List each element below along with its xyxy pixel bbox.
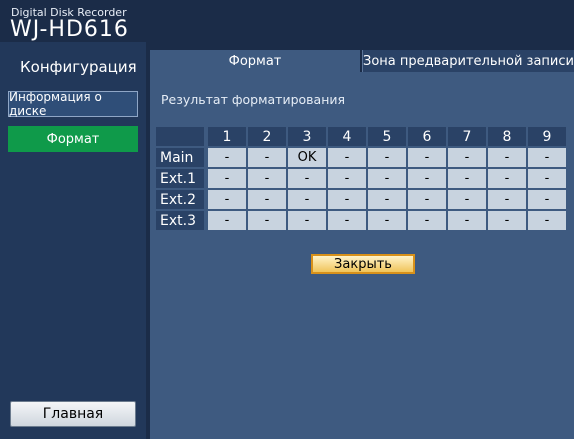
table-cell: -	[528, 211, 566, 230]
table-cell: OK	[288, 148, 326, 167]
tab-format[interactable]: Формат	[150, 50, 360, 72]
row-label-ext3: Ext.3	[156, 211, 204, 230]
row-label-ext1: Ext.1	[156, 169, 204, 188]
table-cell: -	[248, 169, 286, 188]
table-cell: -	[368, 148, 406, 167]
column-header: 2	[248, 127, 286, 146]
table-cell: -	[328, 169, 366, 188]
column-header: 6	[408, 127, 446, 146]
table-cell: -	[248, 190, 286, 209]
table-cell: -	[448, 169, 486, 188]
table-cell: -	[408, 190, 446, 209]
column-header: 5	[368, 127, 406, 146]
column-header: 7	[448, 127, 486, 146]
table-cell: -	[328, 148, 366, 167]
row-label-main: Main	[156, 148, 204, 167]
sidebar: Конфигурация Информация о диске Формат Г…	[0, 42, 146, 439]
table-cell: -	[208, 148, 246, 167]
home-button[interactable]: Главная	[10, 401, 136, 427]
table-cell: -	[248, 148, 286, 167]
sidebar-item-format[interactable]: Формат	[8, 126, 138, 152]
table-cell: -	[488, 148, 526, 167]
table-cell: -	[488, 169, 526, 188]
model-title: WJ-HD616	[10, 17, 129, 42]
table-cell: -	[208, 211, 246, 230]
sidebar-item-disk-info[interactable]: Информация о диске	[8, 90, 138, 118]
table-corner	[156, 127, 204, 146]
sidebar-title: Конфигурация	[20, 58, 137, 76]
table-cell: -	[288, 169, 326, 188]
column-header: 9	[528, 127, 566, 146]
table-cell: -	[328, 211, 366, 230]
column-header: 1	[208, 127, 246, 146]
table-cell: -	[248, 211, 286, 230]
table-cell: -	[328, 190, 366, 209]
table-cell: -	[528, 169, 566, 188]
table-cell: -	[408, 148, 446, 167]
column-header: 4	[328, 127, 366, 146]
row-label-ext2: Ext.2	[156, 190, 204, 209]
table-cell: -	[408, 169, 446, 188]
main-content: Результат форматирования 1 2 3 4 5 6 7 8…	[150, 72, 574, 439]
table-cell: -	[368, 190, 406, 209]
table-cell: -	[528, 148, 566, 167]
table-cell: -	[208, 190, 246, 209]
table-cell: -	[408, 211, 446, 230]
close-button[interactable]: Закрыть	[311, 254, 415, 274]
column-header: 8	[488, 127, 526, 146]
table-cell: -	[448, 148, 486, 167]
column-header: 3	[288, 127, 326, 146]
tab-bar: Формат Зона предварительной записи	[146, 42, 574, 72]
format-result-label: Результат форматирования	[161, 92, 346, 107]
table-cell: -	[528, 190, 566, 209]
header: Digital Disk Recorder WJ-HD616	[0, 0, 574, 42]
table-cell: -	[368, 169, 406, 188]
table-cell: -	[288, 190, 326, 209]
table-cell: -	[488, 190, 526, 209]
table-cell: -	[208, 169, 246, 188]
table-cell: -	[488, 211, 526, 230]
table-cell: -	[368, 211, 406, 230]
table-cell: -	[448, 211, 486, 230]
table-cell: -	[288, 211, 326, 230]
tab-pre-record-zone[interactable]: Зона предварительной записи	[362, 50, 574, 72]
table-cell: -	[448, 190, 486, 209]
